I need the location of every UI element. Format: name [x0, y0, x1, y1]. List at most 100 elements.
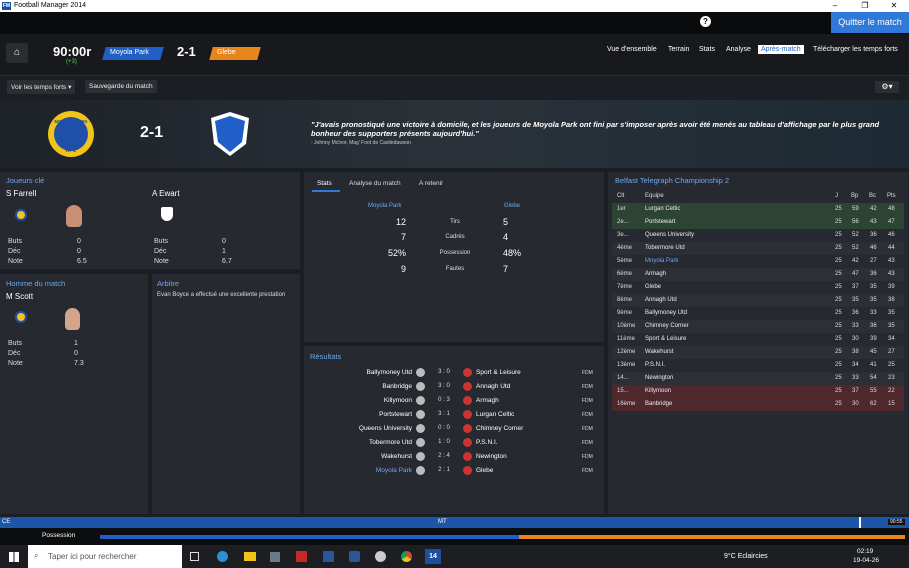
- league-row[interactable]: 3e... Queens University 25 52 36 46: [612, 229, 904, 242]
- league-team[interactable]: Moyola Park: [645, 258, 678, 264]
- result-score[interactable]: 1 : 0: [431, 439, 457, 445]
- result-home-team[interactable]: Ballymoney Utd: [330, 369, 412, 376]
- result-score[interactable]: 3 : 1: [431, 411, 457, 417]
- task-view-icon[interactable]: [190, 552, 199, 561]
- mcafee-icon[interactable]: [296, 551, 307, 562]
- league-row[interactable]: 13ème P.S.N.I. 25 34 41 25: [612, 359, 904, 372]
- result-away-team[interactable]: Armagh: [476, 397, 499, 404]
- league-row[interactable]: 4ème Tobermore Utd 25 52 46 44: [612, 242, 904, 255]
- weather-text[interactable]: 9°C Eclaircies: [724, 553, 768, 560]
- result-score[interactable]: 0 : 3: [431, 397, 457, 403]
- tab-overview[interactable]: Vue d'ensemble: [604, 45, 660, 54]
- result-home-team[interactable]: Wakehurst: [330, 453, 412, 460]
- result-score[interactable]: 0 : 0: [431, 425, 457, 431]
- league-row[interactable]: 7ème Glebe 25 37 35 39: [612, 281, 904, 294]
- tab-highlights[interactable]: A retenir: [419, 180, 443, 187]
- league-team[interactable]: Killymoon: [645, 388, 671, 394]
- result-home-team[interactable]: Queens University: [330, 425, 412, 432]
- fm-taskbar-icon[interactable]: 14: [425, 549, 441, 564]
- result-score[interactable]: 2 : 1: [431, 467, 457, 473]
- away-key-player-name[interactable]: A Ewart: [152, 189, 180, 198]
- league-header-pts[interactable]: Pts: [887, 193, 896, 199]
- home-key-player-name[interactable]: S Farrell: [6, 189, 36, 198]
- tab-pitch[interactable]: Terrain: [665, 45, 692, 54]
- league-row[interactable]: 14... Newington 25 33 54 23: [612, 372, 904, 385]
- league-row[interactable]: 2e... Portstewart 25 56 43 47: [612, 216, 904, 229]
- league-team[interactable]: P.S.N.I.: [645, 362, 665, 368]
- league-header-ga[interactable]: Bc: [869, 193, 876, 199]
- league-team[interactable]: Annagh Utd: [645, 297, 677, 303]
- away-team-name[interactable]: Glebe: [217, 49, 236, 56]
- result-away-team[interactable]: Newington: [476, 453, 507, 460]
- word-icon[interactable]: [323, 551, 334, 562]
- gear-icon[interactable]: ⚙▾: [875, 81, 899, 93]
- tab-stats-panel[interactable]: Stats: [312, 180, 340, 192]
- result-away-team[interactable]: Annagh Utd: [476, 383, 510, 390]
- tab-match-analysis[interactable]: Analyse du match: [349, 180, 401, 187]
- league-team[interactable]: Ballymoney Utd: [645, 310, 687, 316]
- league-row[interactable]: 6ème Armagh 25 47 36 43: [612, 268, 904, 281]
- stats-away-team[interactable]: Glebe: [504, 203, 520, 209]
- result-score[interactable]: 3 : 0: [431, 383, 457, 389]
- league-team[interactable]: Armagh: [645, 271, 666, 277]
- result-home-team[interactable]: Killymoon: [330, 397, 412, 404]
- tab-stats[interactable]: Stats: [696, 45, 718, 54]
- windows-start-icon[interactable]: [9, 552, 19, 562]
- result-away-team[interactable]: Lurgan Celtic: [476, 411, 514, 418]
- league-header-played[interactable]: J: [835, 193, 838, 199]
- file-explorer-icon[interactable]: [244, 552, 256, 561]
- result-away-team[interactable]: Sport & Leisure: [476, 369, 521, 376]
- word-taskbar-icon[interactable]: [349, 551, 360, 562]
- league-team[interactable]: Wakehurst: [645, 349, 673, 355]
- quit-match-button[interactable]: Quitter le match: [831, 12, 909, 33]
- tab-analysis[interactable]: Analyse: [723, 45, 754, 54]
- maximize-button[interactable]: ❐: [850, 0, 880, 12]
- close-button[interactable]: ✕: [879, 0, 909, 12]
- league-title[interactable]: Belfast Telegraph Championship 2: [615, 176, 729, 185]
- home-team-name[interactable]: Moyola Park: [110, 49, 149, 56]
- league-row[interactable]: 11ème Sport & Leisure 25 30 39 34: [612, 333, 904, 346]
- league-team[interactable]: Newington: [645, 375, 673, 381]
- motm-name[interactable]: M Scott: [6, 292, 33, 301]
- league-row[interactable]: 12ème Wakehurst 25 38 45 27: [612, 346, 904, 359]
- result-score[interactable]: 3 : 0: [431, 369, 457, 375]
- league-team[interactable]: Sport & Leisure: [645, 336, 686, 342]
- league-header-pos[interactable]: Clt: [617, 193, 624, 199]
- stats-home-team[interactable]: Moyola Park: [368, 203, 401, 209]
- league-header-team[interactable]: Equipe: [645, 193, 664, 199]
- league-team[interactable]: Glebe: [645, 284, 661, 290]
- league-team[interactable]: Lurgan Celtic: [645, 206, 680, 212]
- league-team[interactable]: Portstewart: [645, 219, 675, 225]
- league-row[interactable]: 15... Killymoon 25 37 55 22: [612, 385, 904, 398]
- minimize-button[interactable]: –: [820, 0, 850, 12]
- edge-icon[interactable]: [217, 551, 228, 562]
- league-row[interactable]: 1er Lurgan Celtic 25 59 42 48: [612, 203, 904, 216]
- result-home-team[interactable]: Moyola Park: [330, 467, 412, 474]
- league-row[interactable]: 8ème Annagh Utd 25 35 35 38: [612, 294, 904, 307]
- taskbar-search-input[interactable]: ⌕ Taper ici pour rechercher: [28, 545, 182, 568]
- taskbar-time[interactable]: 02:19: [857, 548, 873, 555]
- league-header-gf[interactable]: Bp: [851, 193, 858, 199]
- result-away-team[interactable]: Chimney Corner: [476, 425, 523, 432]
- result-away-team[interactable]: Glebe: [476, 467, 493, 474]
- view-highlights-button[interactable]: Voir les temps forts ▾: [7, 80, 76, 94]
- league-team[interactable]: Queens University: [645, 232, 694, 238]
- taskbar-date[interactable]: 19-04-26: [853, 557, 879, 564]
- result-away-team[interactable]: P.S.N.I.: [476, 439, 498, 446]
- app-icon-generic[interactable]: [375, 551, 386, 562]
- store-icon[interactable]: [270, 552, 280, 562]
- help-icon[interactable]: ?: [700, 16, 711, 27]
- result-score[interactable]: 2 : 4: [431, 453, 457, 459]
- league-row[interactable]: 16ème Banbridge 25 30 62 15: [612, 398, 904, 411]
- league-team[interactable]: Chimney Corner: [645, 323, 689, 329]
- chrome-icon[interactable]: [401, 551, 412, 562]
- result-home-team[interactable]: Banbridge: [330, 383, 412, 390]
- result-home-team[interactable]: Portstewart: [330, 411, 412, 418]
- tab-after-match[interactable]: Après-match: [758, 45, 804, 54]
- league-row[interactable]: 5ème Moyola Park 25 42 27 43: [612, 255, 904, 268]
- league-team[interactable]: Banbridge: [645, 401, 672, 407]
- league-row[interactable]: 10ème Chimney Corner 25 33 36 35: [612, 320, 904, 333]
- league-row[interactable]: 9ème Ballymoney Utd 25 36 33 35: [612, 307, 904, 320]
- result-home-team[interactable]: Tobermore Utd: [330, 439, 412, 446]
- tab-download-highlights[interactable]: Télécharger les temps forts: [810, 45, 901, 54]
